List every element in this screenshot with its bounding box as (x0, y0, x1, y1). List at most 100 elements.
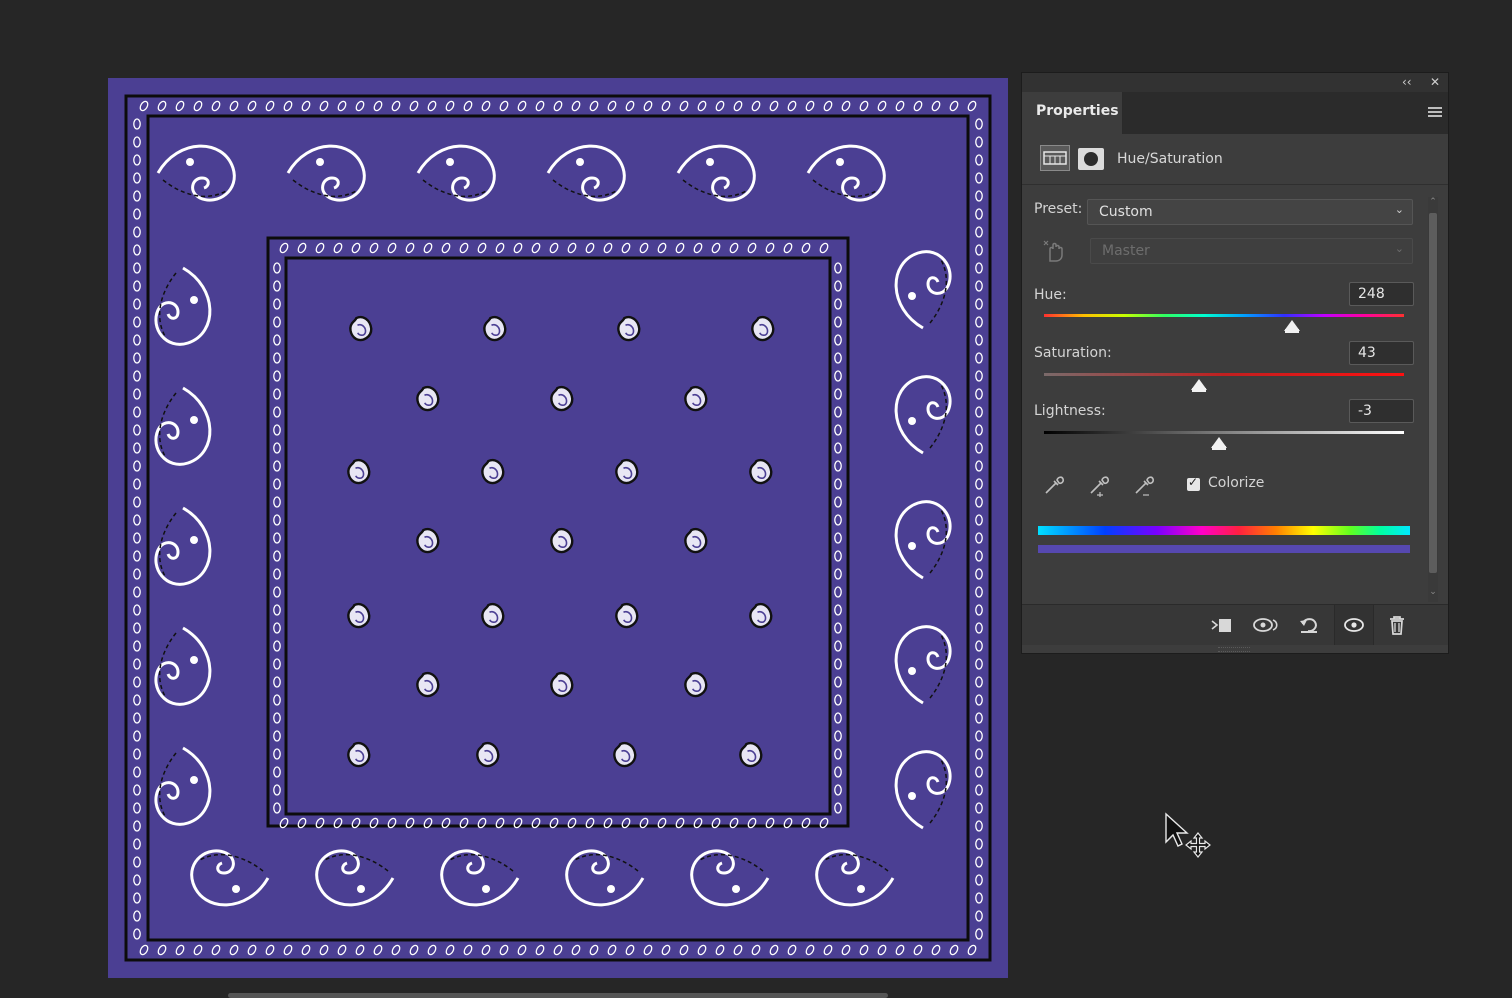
border-bead (975, 244, 983, 256)
border-bead (405, 242, 415, 254)
lightness-label: Lightness: (1034, 403, 1106, 419)
border-bead (499, 944, 509, 956)
collapse-panel-button[interactable]: ‹‹ (1402, 75, 1412, 89)
border-bead (975, 388, 983, 400)
border-bead (715, 944, 725, 956)
border-bead (133, 460, 141, 472)
scroll-down-icon[interactable]: ⌄ (1428, 587, 1438, 597)
paisley-drop (680, 668, 712, 701)
border-bead (273, 298, 281, 310)
targeted-adjustment-hand-icon[interactable] (1042, 237, 1066, 263)
panel-vertical-scrollbar[interactable]: ⌃ ⌄ (1428, 197, 1438, 602)
tab-properties[interactable]: Properties (1022, 92, 1123, 134)
saturation-input[interactable]: 43 (1349, 341, 1414, 365)
border-bead (319, 100, 329, 112)
toggle-visibility-icon (1341, 612, 1367, 638)
border-bead (834, 550, 842, 562)
channel-dropdown[interactable]: Master ⌄ (1090, 238, 1413, 264)
preset-dropdown[interactable]: Custom ⌄ (1087, 199, 1413, 225)
border-bead (697, 100, 707, 112)
border-bead (589, 944, 599, 956)
paisley-drop (546, 668, 578, 701)
hue-track[interactable] (1044, 314, 1404, 317)
border-bead (765, 242, 775, 254)
paisley-drop (479, 312, 511, 345)
border-bead (133, 262, 141, 274)
border-bead (273, 478, 281, 490)
border-bead (133, 640, 141, 652)
delete-icon[interactable] (1384, 612, 1410, 638)
border-bead (621, 242, 631, 254)
border-bead (834, 370, 842, 382)
toggle-visibility-button[interactable] (1334, 605, 1374, 645)
border-bead (265, 944, 275, 956)
border-bead (877, 944, 887, 956)
document-canvas[interactable] (108, 78, 1008, 978)
eyedropper-icon[interactable] (1042, 471, 1066, 497)
frame-paisley (565, 849, 645, 907)
border-bead (273, 748, 281, 760)
paisley-drop (680, 524, 712, 557)
border-bead (513, 242, 523, 254)
colorize-checkbox[interactable]: ✓ (1187, 475, 1200, 491)
border-bead (643, 944, 653, 956)
border-bead (133, 622, 141, 634)
border-bead (373, 100, 383, 112)
clip-to-layer-icon[interactable] (1208, 612, 1234, 638)
border-bead (265, 100, 275, 112)
border-bead (133, 154, 141, 166)
scroll-up-icon[interactable]: ⌃ (1428, 197, 1438, 207)
border-bead (975, 478, 983, 490)
reset-icon[interactable] (1296, 612, 1322, 638)
hue-slider-thumb[interactable] (1284, 320, 1301, 333)
border-bead (733, 100, 743, 112)
eyedropper-add-icon[interactable] (1087, 471, 1111, 498)
border-bead (834, 712, 842, 724)
border-bead (133, 136, 141, 148)
border-bead (834, 442, 842, 454)
border-bead (175, 100, 185, 112)
frame-paisley (440, 849, 520, 907)
border-bead (834, 406, 842, 418)
lightness-slider-thumb[interactable] (1210, 437, 1227, 450)
panel-menu-icon[interactable] (1428, 107, 1442, 119)
border-bead (133, 568, 141, 580)
border-bead (273, 586, 281, 598)
border-bead (625, 100, 635, 112)
horizontal-scrollbar[interactable] (228, 993, 888, 998)
border-bead (517, 100, 527, 112)
view-previous-state-icon[interactable] (1251, 612, 1278, 638)
panel-resize-grip[interactable] (1218, 647, 1250, 652)
border-bead (834, 766, 842, 778)
border-bead (834, 388, 842, 400)
frame-paisley (894, 750, 952, 830)
scroll-thumb[interactable] (1429, 213, 1437, 573)
saturation-slider-thumb[interactable] (1190, 379, 1207, 392)
hue-input[interactable]: 248 (1349, 282, 1414, 306)
eyedropper-subtract-icon[interactable] (1132, 471, 1156, 497)
adjustment-header: Hue/Saturation (1022, 134, 1448, 185)
close-panel-button[interactable]: ✕ (1430, 75, 1440, 89)
paisley-drop (613, 312, 645, 345)
lightness-track[interactable] (1044, 431, 1404, 434)
border-bead (351, 242, 361, 254)
frame-paisley (190, 849, 270, 907)
adjustment-layer-icon[interactable] (1040, 145, 1070, 171)
lightness-input[interactable]: -3 (1349, 399, 1414, 423)
border-bead (133, 820, 141, 832)
border-bead (133, 838, 141, 850)
layer-mask-icon[interactable] (1078, 148, 1104, 170)
border-bead (975, 712, 983, 724)
saturation-track[interactable] (1044, 373, 1404, 376)
border-bead (273, 406, 281, 418)
frame-paisley (315, 849, 395, 907)
border-bead (273, 604, 281, 616)
border-bead (133, 190, 141, 202)
border-bead (975, 190, 983, 202)
border-bead (823, 100, 833, 112)
paisley-drop (611, 599, 643, 632)
border-bead (975, 910, 983, 922)
border-bead (834, 730, 842, 742)
border-bead (607, 944, 617, 956)
paisley-drop (412, 668, 444, 701)
